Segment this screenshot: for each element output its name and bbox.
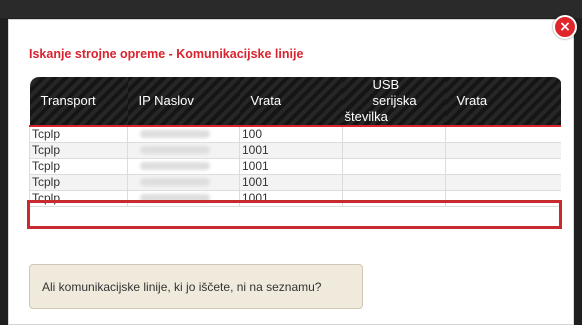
cell-port: 1001 xyxy=(239,174,343,191)
cell-port: 1001 xyxy=(239,142,343,159)
close-icon[interactable]: × xyxy=(553,15,577,39)
cell-port-2 xyxy=(445,158,561,175)
cell-transport: Tcplp xyxy=(29,174,128,191)
redacted-ip xyxy=(140,146,210,154)
usb-header-line1: USB serijska xyxy=(372,77,417,108)
cell-port: 1001 xyxy=(239,158,343,175)
column-header-transport[interactable]: Transport xyxy=(29,77,128,127)
hardware-search-dialog: Iskanje strojne opreme - Komunikacijske … xyxy=(8,19,574,325)
cell-transport: Tcplp xyxy=(29,190,128,207)
cell-transport: Tcplp xyxy=(29,125,128,143)
missing-line-button[interactable]: Ali komunikacijske linije, ki jo iščete,… xyxy=(29,264,363,309)
cell-usb-serial xyxy=(342,125,446,143)
cell-usb-serial xyxy=(342,190,446,207)
table-row[interactable]: Tcplp 1001 xyxy=(29,190,561,207)
cell-port-2 xyxy=(445,190,561,207)
redacted-ip xyxy=(140,178,210,186)
table-row[interactable]: Tcplp 100 xyxy=(29,125,561,143)
communication-lines-table-container[interactable]: Transport IP Naslov Vrata USB serijska š… xyxy=(29,77,561,244)
redacted-ip xyxy=(140,194,210,202)
cell-ip-address xyxy=(127,190,240,207)
redacted-ip xyxy=(140,162,210,170)
table-row[interactable]: Tcplp 1001 xyxy=(29,142,561,159)
table-row[interactable]: Tcplp 1001 xyxy=(29,158,561,175)
cell-usb-serial xyxy=(342,142,446,159)
backdrop xyxy=(0,0,582,18)
column-header-port[interactable]: Vrata xyxy=(239,77,343,127)
column-header-port-2[interactable]: Vrata xyxy=(445,77,561,127)
redacted-ip xyxy=(140,130,210,138)
cell-ip-address xyxy=(127,142,240,159)
cell-transport: Tcplp xyxy=(29,158,128,175)
cell-port: 1001 xyxy=(239,190,343,207)
table-header-row: Transport IP Naslov Vrata USB serijska š… xyxy=(29,77,561,127)
table-row-highlighted[interactable]: Tcplp 1001 xyxy=(29,174,561,191)
cell-usb-serial xyxy=(342,158,446,175)
cell-ip-address xyxy=(127,174,240,191)
cell-port: 100 xyxy=(239,125,343,143)
column-header-ip-address[interactable]: IP Naslov xyxy=(127,77,240,127)
dialog-title: Iskanje strojne opreme - Komunikacijske … xyxy=(29,47,304,61)
cell-ip-address xyxy=(127,158,240,175)
communication-lines-table: Transport IP Naslov Vrata USB serijska š… xyxy=(29,77,561,207)
cell-port-2 xyxy=(445,125,561,143)
column-header-usb-serial[interactable]: USB serijska številka xyxy=(342,77,446,127)
cell-usb-serial xyxy=(342,174,446,191)
cell-transport: Tcplp xyxy=(29,142,128,159)
cell-port-2 xyxy=(445,142,561,159)
cell-port-2 xyxy=(445,174,561,191)
usb-header-line2: številka xyxy=(344,109,388,124)
cell-ip-address xyxy=(127,125,240,143)
